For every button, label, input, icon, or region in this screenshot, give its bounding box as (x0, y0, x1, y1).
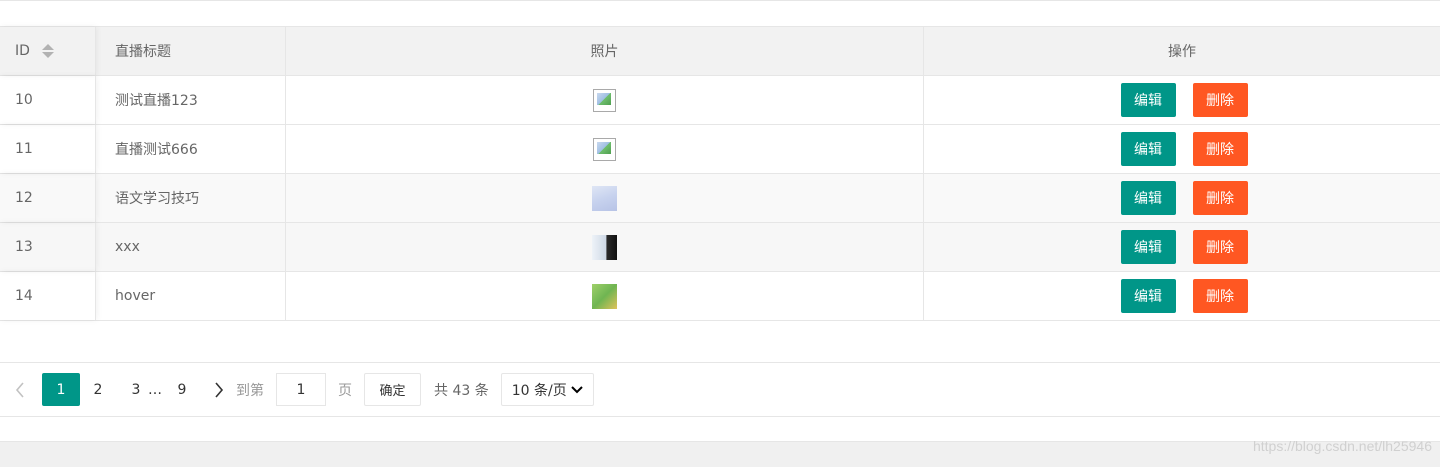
cell-operation: 编辑 删除 (924, 174, 1440, 222)
delete-button[interactable]: 删除 (1192, 83, 1248, 117)
page-current[interactable]: 1 (42, 373, 80, 406)
cell-photo (286, 272, 924, 320)
cell-title: 语文学习技巧 (96, 174, 286, 222)
page-size-select[interactable]: 10 条/页 (500, 373, 594, 406)
data-table: ID 直播标题 照片 操作 10 测试直播123 编辑 删除 11 直播测试66… (0, 26, 1440, 321)
broken-image-icon (593, 137, 616, 161)
cell-id-value: 11 (15, 141, 33, 157)
footer-strip (0, 441, 1440, 467)
header-photo: 照片 (286, 27, 924, 75)
cell-id: 10 (0, 76, 96, 124)
cell-id-value: 13 (15, 239, 33, 255)
table-row: 14 hover 编辑 删除 (0, 272, 1440, 321)
goto-page-input[interactable]: 1 (276, 373, 326, 406)
page-ellipsis: … (148, 381, 162, 398)
page-2[interactable]: 2 (92, 382, 104, 398)
cell-title-value: 测试直播123 (115, 93, 198, 109)
table-row: 13 xxx 编辑 删除 (0, 223, 1440, 272)
header-operation: 操作 (924, 27, 1440, 75)
delete-button[interactable]: 删除 (1192, 279, 1248, 313)
page-unit-label: 页 (338, 382, 352, 399)
table-row: 12 语文学习技巧 编辑 删除 (0, 174, 1440, 223)
cell-id-value: 12 (15, 190, 33, 206)
edit-button[interactable]: 编辑 (1120, 230, 1176, 264)
page-3[interactable]: 3 (130, 382, 142, 398)
delete-button[interactable]: 删除 (1192, 181, 1248, 215)
header-id[interactable]: ID (0, 27, 96, 75)
delete-button[interactable]: 删除 (1192, 132, 1248, 166)
cell-id-value: 14 (15, 288, 33, 304)
cell-title-value: xxx (115, 239, 140, 255)
edit-button[interactable]: 编辑 (1120, 279, 1176, 313)
header-id-label: ID (15, 43, 30, 59)
cell-photo (286, 174, 924, 222)
cell-operation: 编辑 删除 (924, 223, 1440, 271)
cell-id: 11 (0, 125, 96, 173)
cell-title-value: hover (115, 288, 156, 304)
cell-id: 12 (0, 174, 96, 222)
cell-operation: 编辑 删除 (924, 125, 1440, 173)
table-header: ID 直播标题 照片 操作 (0, 27, 1440, 76)
cell-operation: 编辑 删除 (924, 272, 1440, 320)
edit-button[interactable]: 编辑 (1120, 83, 1176, 117)
pagination: 1 2 3 … 9 到第 1 页 确定 共 43 条 10 条/页 (0, 363, 594, 416)
cell-title: hover (96, 272, 286, 320)
edit-button[interactable]: 编辑 (1120, 181, 1176, 215)
cell-id: 13 (0, 223, 96, 271)
chevron-right-icon[interactable] (214, 381, 224, 398)
page-9[interactable]: 9 (176, 382, 188, 398)
goto-label: 到第 (236, 382, 264, 399)
cell-photo (286, 76, 924, 124)
cell-title: 直播测试666 (96, 125, 286, 173)
table-row: 10 测试直播123 编辑 删除 (0, 76, 1440, 125)
broken-image-icon (593, 88, 616, 112)
cell-title-value: 语文学习技巧 (115, 191, 199, 207)
thumbnail-image (592, 234, 617, 260)
chevron-down-icon (571, 385, 583, 393)
page-size-value: 10 条/页 (511, 382, 567, 399)
cell-title: 测试直播123 (96, 76, 286, 124)
delete-button[interactable]: 删除 (1192, 230, 1248, 264)
cell-id: 14 (0, 272, 96, 320)
sort-icon[interactable] (41, 44, 54, 58)
cell-operation: 编辑 删除 (924, 76, 1440, 124)
header-title: 直播标题 (96, 27, 286, 75)
table-row: 11 直播测试666 编辑 删除 (0, 125, 1440, 174)
header-photo-label: 照片 (590, 44, 619, 60)
total-count: 共 43 条 (434, 382, 489, 399)
cell-photo (286, 125, 924, 173)
edit-button[interactable]: 编辑 (1120, 132, 1176, 166)
header-operation-label: 操作 (1168, 44, 1196, 60)
thumbnail-image (592, 283, 617, 309)
cell-id-value: 10 (15, 92, 33, 108)
confirm-button[interactable]: 确定 (364, 373, 421, 406)
thumbnail-image (592, 185, 617, 211)
pagination-bar: 1 2 3 … 9 到第 1 页 确定 共 43 条 10 条/页 (0, 362, 1440, 417)
chevron-left-icon[interactable] (12, 381, 28, 398)
cell-title: xxx (96, 223, 286, 271)
top-divider (0, 0, 1440, 1)
cell-title-value: 直播测试666 (115, 142, 198, 158)
header-title-label: 直播标题 (115, 44, 171, 60)
cell-photo (286, 223, 924, 271)
watermark: https://blog.csdn.net/lh25946 (1252, 438, 1432, 454)
